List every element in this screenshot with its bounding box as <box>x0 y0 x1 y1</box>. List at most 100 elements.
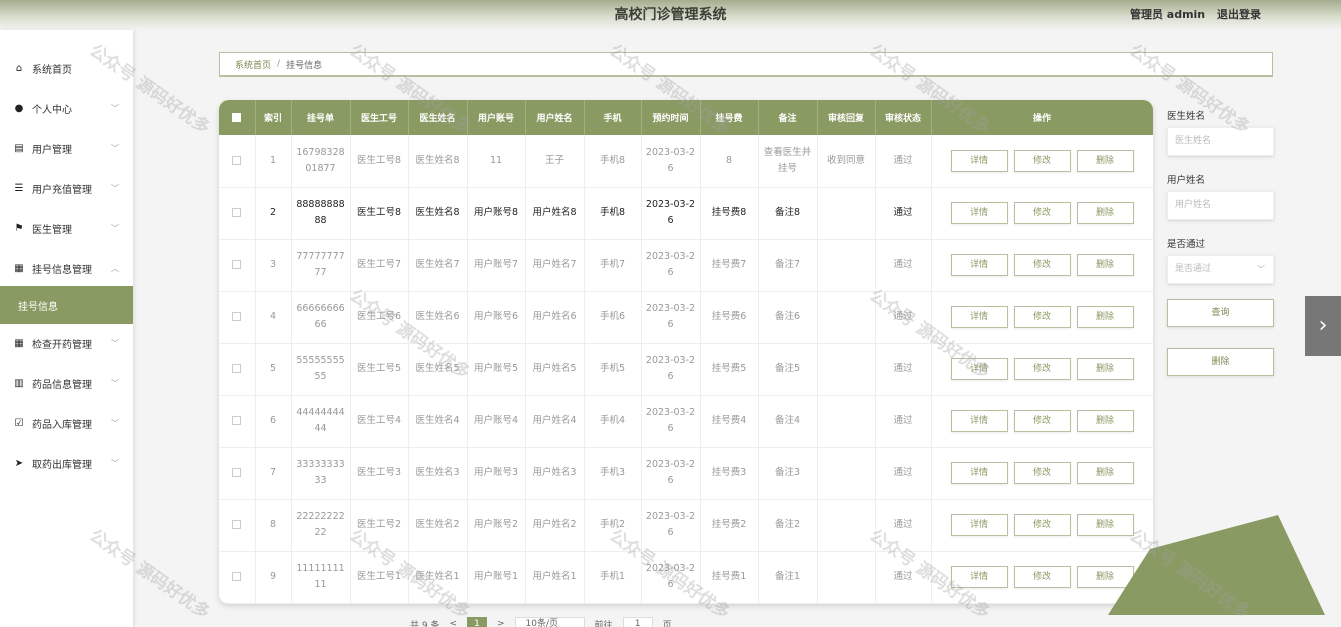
edit-button[interactable]: 修改 <box>1013 149 1071 172</box>
column-header: 挂号单 <box>291 100 351 135</box>
cell-reg-no: 6666666666 <box>291 291 351 344</box>
sidebar-item-label: 医生管理 <box>32 224 72 236</box>
chevron-right-icon[interactable]: › <box>1305 296 1341 356</box>
sidebar-item[interactable]: ▦ 挂号信息管理 ︿ <box>0 249 133 287</box>
edit-button[interactable]: 修改 <box>1013 566 1071 588</box>
batch-delete-button[interactable]: 删除 <box>1167 348 1274 376</box>
flag-icon: ⚑ <box>14 222 24 234</box>
row-checkbox[interactable] <box>219 499 256 552</box>
edit-button[interactable]: 修改 <box>1013 254 1071 276</box>
cell-phone: 手机6 <box>584 291 642 344</box>
sidebar-item-label: 药品入库管理 <box>32 419 92 431</box>
sidebar-item[interactable]: ☑ 药品入库管理 ﹀ <box>0 404 133 442</box>
delete-button[interactable]: 删除 <box>1076 410 1134 432</box>
sidebar-item[interactable]: ● 个人中心 ﹀ <box>0 89 133 127</box>
row-checkbox[interactable] <box>219 239 256 292</box>
cell-phone: 手机4 <box>584 395 642 448</box>
detail-button[interactable]: 详情 <box>950 410 1008 432</box>
cell-phone: 手机8 <box>584 187 642 240</box>
sidebar-item[interactable]: 挂号信息 <box>0 286 133 324</box>
pagination-next[interactable]: > <box>497 619 505 627</box>
cell-status: 通过 <box>875 447 932 500</box>
sidebar-item-label: 挂号信息管理 <box>32 264 92 276</box>
delete-button[interactable]: 删除 <box>1076 149 1134 172</box>
cell-remark: 备注4 <box>758 395 818 448</box>
cell-reg-no: 2222222222 <box>291 499 351 552</box>
row-checkbox[interactable] <box>219 343 256 396</box>
sidebar-item[interactable]: ▤ 用户管理 ﹀ <box>0 129 133 167</box>
column-header: 挂号费 <box>700 100 759 135</box>
cell-user-name: 用户姓名2 <box>525 499 585 552</box>
cell-user-name: 用户姓名5 <box>525 343 585 396</box>
cell-reply: 收到同意 <box>817 135 876 188</box>
delete-button[interactable]: 删除 <box>1076 254 1134 276</box>
cell-doc-no: 医生工号5 <box>350 343 409 396</box>
row-checkbox[interactable] <box>219 135 256 188</box>
cell-phone: 手机5 <box>584 343 642 396</box>
detail-button[interactable]: 详情 <box>950 566 1008 588</box>
sidebar-item-label: 用户管理 <box>32 144 72 156</box>
row-checkbox[interactable] <box>219 447 256 500</box>
sidebar-item[interactable]: ▦ 检查开药管理 ﹀ <box>0 324 133 362</box>
cell-status: 通过 <box>875 239 932 292</box>
cell-phone: 手机2 <box>584 499 642 552</box>
row-checkbox[interactable] <box>219 291 256 344</box>
user-icon: ● <box>14 102 24 114</box>
detail-button[interactable]: 详情 <box>950 306 1008 328</box>
sidebar-item[interactable]: ☰ 用户充值管理 ﹀ <box>0 169 133 207</box>
cell-remark: 备注1 <box>758 551 818 604</box>
detail-button[interactable]: 详情 <box>950 514 1008 536</box>
detail-button[interactable]: 详情 <box>950 202 1008 224</box>
delete-button[interactable]: 删除 <box>1076 462 1134 484</box>
cell-reg-no: 4444444444 <box>291 395 351 448</box>
edit-button[interactable]: 修改 <box>1013 202 1071 224</box>
select-all-checkbox[interactable] <box>219 100 256 135</box>
approved-select[interactable]: 是否通过 ﹀ <box>1167 255 1274 284</box>
table-row: 8 2222222222 医生工号2 医生姓名2 用户账号2 用户姓名2 手机2 2023-0… <box>219 499 1153 552</box>
edit-button[interactable]: 修改 <box>1013 462 1071 484</box>
cell-actions: 详情 修改 删除 <box>931 343 1153 396</box>
delete-button[interactable]: 删除 <box>1076 202 1134 224</box>
row-checkbox[interactable] <box>219 187 256 240</box>
cell-remark: 查看医生并挂号 <box>758 135 818 188</box>
sidebar-item[interactable]: ➤ 取药出库管理 ﹀ <box>0 444 133 482</box>
sidebar-item-label: 个人中心 <box>32 104 72 116</box>
detail-button[interactable]: 详情 <box>950 358 1008 380</box>
row-checkbox[interactable] <box>219 395 256 448</box>
pagination-prev[interactable]: < <box>449 619 457 627</box>
detail-button[interactable]: 详情 <box>950 254 1008 276</box>
sidebar-item[interactable]: ▥ 药品信息管理 ﹀ <box>0 364 133 402</box>
query-button[interactable]: 查询 <box>1167 299 1274 327</box>
chevron-down-icon: ﹀ <box>111 103 119 113</box>
table-row: 7 3333333333 医生工号3 医生姓名3 用户账号3 用户姓名3 手机3 2023-0… <box>219 447 1153 500</box>
cell-doc-no: 医生工号6 <box>350 291 409 344</box>
goto-page-input[interactable]: 1 <box>622 617 653 627</box>
sidebar-item[interactable]: ⌂ 系统首页 <box>0 49 133 87</box>
cell-doc-name: 医生姓名8 <box>408 187 468 240</box>
pagination-page-1[interactable]: 1 <box>467 617 487 627</box>
sidebar-item[interactable]: ⚑ 医生管理 ﹀ <box>0 209 133 247</box>
cell-reply <box>817 187 876 240</box>
edit-button[interactable]: 修改 <box>1013 306 1071 328</box>
delete-button[interactable]: 删除 <box>1076 358 1134 380</box>
detail-button[interactable]: 详情 <box>950 149 1008 172</box>
edit-button[interactable]: 修改 <box>1013 514 1071 536</box>
edit-button[interactable]: 修改 <box>1013 410 1071 432</box>
cell-index: 1 <box>255 135 292 188</box>
page-size-select[interactable]: 10条/页 <box>514 617 585 627</box>
delete-button[interactable]: 删除 <box>1076 306 1134 328</box>
edit-button[interactable]: 修改 <box>1013 358 1071 380</box>
user-name-input[interactable]: 用户姓名 <box>1167 191 1274 220</box>
cell-reg-no: 7777777777 <box>291 239 351 292</box>
cell-doc-no: 医生工号8 <box>350 135 409 188</box>
cell-reg-no: 5555555555 <box>291 343 351 396</box>
detail-button[interactable]: 详情 <box>950 462 1008 484</box>
cell-fee: 挂号费7 <box>700 239 759 292</box>
breadcrumb-home[interactable]: 系统首页 <box>235 58 271 71</box>
cell-status: 通过 <box>875 395 932 448</box>
sidebar-item-label: 挂号信息 <box>18 301 58 313</box>
cell-remark: 备注3 <box>758 447 818 500</box>
logout-link[interactable]: 退出登录 <box>1217 8 1261 21</box>
doctor-name-input[interactable]: 医生姓名 <box>1167 127 1274 156</box>
row-checkbox[interactable] <box>219 551 256 604</box>
